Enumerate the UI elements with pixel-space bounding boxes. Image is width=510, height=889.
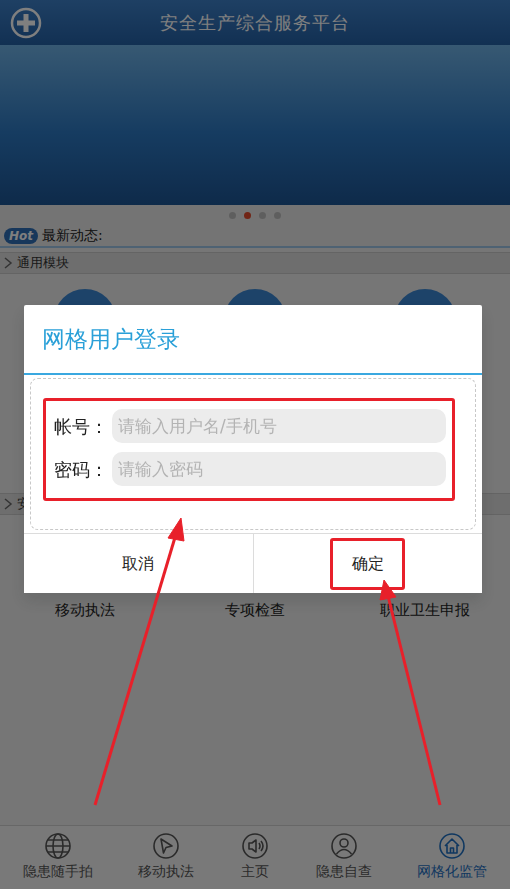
annotation-box: 确定 [330, 538, 405, 590]
button-label: 确定 [352, 552, 384, 576]
button-label: 取消 [122, 552, 154, 576]
password-input[interactable] [112, 452, 446, 486]
field-label: 帐号： [54, 413, 112, 440]
dialog-title: 网格用户登录 [24, 305, 482, 375]
dialog-buttons: 取消 确定 [24, 533, 482, 593]
dialog-title-text: 网格用户登录 [42, 322, 180, 357]
form-field: 帐号： [54, 409, 446, 443]
login-dialog: 网格用户登录帐号： 密码： 取消 确定 [24, 305, 482, 593]
annotation-box: 帐号： 密码： [43, 398, 455, 501]
cancel-button[interactable]: 取消 [24, 534, 253, 593]
form-area: 帐号： 密码： [30, 378, 476, 530]
username-input[interactable] [112, 409, 446, 443]
confirm-button[interactable]: 确定 [253, 534, 483, 593]
field-label: 密码： [54, 456, 112, 483]
form-field: 密码： [54, 452, 446, 486]
